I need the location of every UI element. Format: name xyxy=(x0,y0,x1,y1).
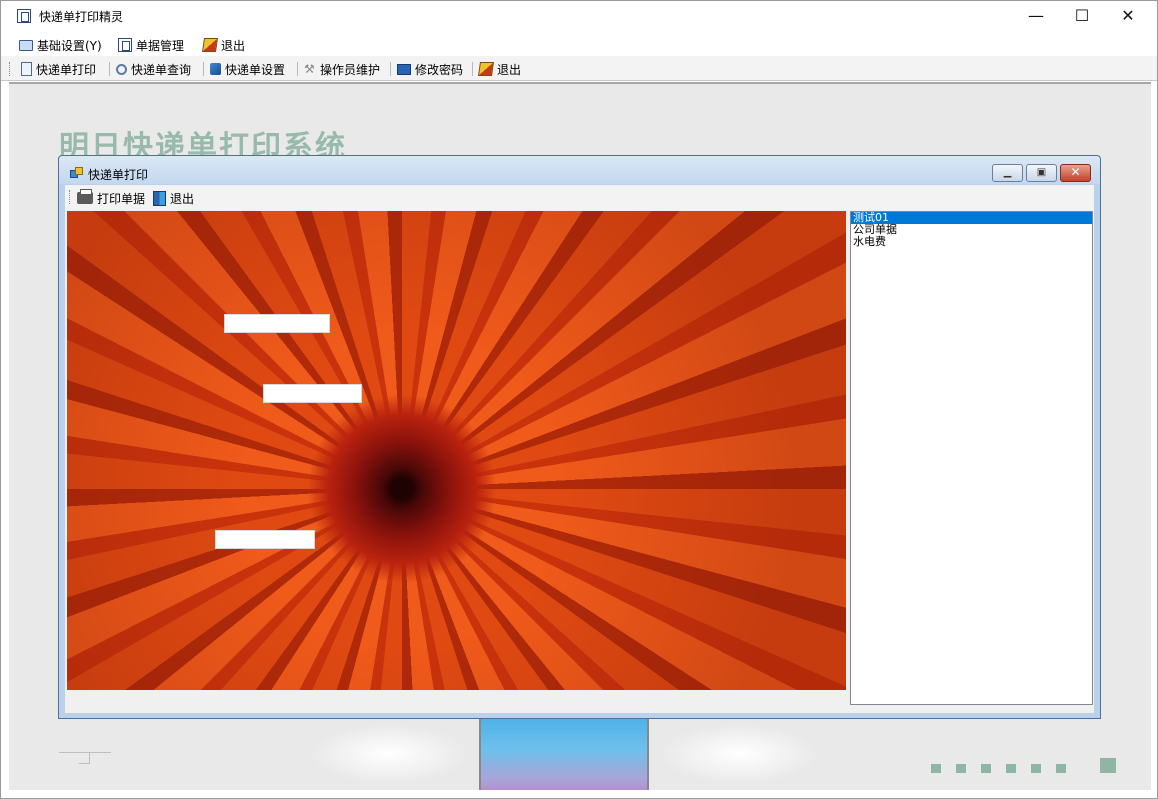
toolbar-separator xyxy=(203,62,204,76)
child-close-button[interactable]: ✕ xyxy=(1060,164,1091,182)
decor-dot xyxy=(931,764,941,773)
child-client-area: 打印单据 退出 测试01 公司单据 水电费 xyxy=(65,185,1094,713)
toolbar-separator xyxy=(472,62,473,76)
menu-document-management-label: 单据管理 xyxy=(136,38,185,53)
menu-exit-label: 退出 xyxy=(221,38,246,53)
toolbar-express-query-label: 快递单查询 xyxy=(131,62,192,77)
waybill-text-field[interactable] xyxy=(215,530,315,549)
child-toolbar: 打印单据 退出 xyxy=(65,185,1094,210)
waybill-text-field[interactable] xyxy=(224,314,330,333)
toolbar-express-query[interactable]: 快递单查询 xyxy=(116,60,191,78)
main-toolbar: 快递单打印 快递单查询 快递单设置 ⚒ 操作员维护 修改密码 退出 xyxy=(1,56,1157,81)
decor-dot xyxy=(1006,764,1016,773)
list-item[interactable]: 公司单据 xyxy=(851,224,1092,236)
background-glow xyxy=(309,724,469,784)
template-listbox[interactable]: 测试01 公司单据 水电费 xyxy=(850,211,1093,705)
decor-dot xyxy=(981,764,991,773)
toolbar-separator xyxy=(297,62,298,76)
decor-dot-large xyxy=(1100,758,1116,773)
toolbar-exit-label: 退出 xyxy=(497,62,522,77)
background-logo-mark xyxy=(59,752,111,766)
list-item[interactable]: 水电费 xyxy=(851,236,1092,248)
decor-dot xyxy=(1031,764,1041,773)
menu-exit[interactable]: 退出 xyxy=(202,36,246,54)
toolbar-express-print-label: 快递单打印 xyxy=(36,62,97,77)
menu-basic-settings-label: 基础设置(Y) xyxy=(37,38,102,53)
child-app-icon xyxy=(70,167,83,178)
window-title: 快递单打印精灵 xyxy=(39,10,124,24)
cube-settings-icon xyxy=(210,63,221,75)
document-frame-icon xyxy=(118,38,132,52)
child-minimize-button[interactable]: ▁ xyxy=(992,164,1023,182)
toolbar-grip xyxy=(69,190,72,204)
title-bar: 快递单打印精灵 — ☐ ✕ xyxy=(1,1,1157,32)
express-print-window: 快递单打印 ▁ ▣ ✕ 打印单据 退出 测试01 公司单据 水电费 xyxy=(58,155,1101,719)
exit-icon xyxy=(478,62,494,76)
print-doc-icon xyxy=(21,62,32,76)
child-title-bar: 快递单打印 ▁ ▣ ✕ xyxy=(59,156,1100,184)
print-document-label: 打印单据 xyxy=(97,191,146,206)
toolbar-express-settings-label: 快递单设置 xyxy=(225,62,286,77)
child-window-title: 快递单打印 xyxy=(88,168,149,182)
toolbar-grip xyxy=(9,62,12,76)
menu-bar: 基础设置(Y) 单据管理 退出 xyxy=(1,32,1157,56)
close-button[interactable]: ✕ xyxy=(1105,1,1151,32)
app-icon xyxy=(17,9,31,23)
toolbar-separator xyxy=(390,62,391,76)
toolbar-operator-maintenance[interactable]: ⚒ 操作员维护 xyxy=(304,60,380,78)
waybill-preview-image xyxy=(67,211,846,690)
toolbar-change-password[interactable]: 修改密码 xyxy=(397,60,463,78)
main-window: 快递单打印精灵 — ☐ ✕ 基础设置(Y) 单据管理 退出 快递单打印 快递单查… xyxy=(0,0,1158,799)
exit-icon xyxy=(202,38,218,52)
toolbar-exit[interactable]: 退出 xyxy=(478,60,522,78)
child-exit-label: 退出 xyxy=(170,191,195,206)
background-monitor-graphic xyxy=(479,714,649,790)
child-exit-button[interactable]: 退出 xyxy=(153,189,194,207)
toolbar-express-settings[interactable]: 快递单设置 xyxy=(210,60,285,78)
decor-dot xyxy=(956,764,966,773)
waybill-text-field[interactable] xyxy=(263,384,362,403)
minimize-button[interactable]: — xyxy=(1013,1,1059,32)
child-restore-button[interactable]: ▣ xyxy=(1026,164,1057,182)
tools-icon: ⚒ xyxy=(304,62,315,76)
print-document-button[interactable]: 打印单据 xyxy=(77,189,145,207)
decor-dot xyxy=(1056,764,1066,773)
menu-basic-settings[interactable]: 基础设置(Y) xyxy=(19,36,102,54)
toolbar-change-password-label: 修改密码 xyxy=(415,62,464,77)
exit-door-icon xyxy=(153,190,166,206)
password-icon xyxy=(397,63,411,75)
toolbar-express-print[interactable]: 快递单打印 xyxy=(21,60,96,78)
printer-icon xyxy=(77,189,93,204)
background-glow xyxy=(659,724,819,784)
toolbar-separator xyxy=(109,62,110,76)
maximize-button[interactable]: ☐ xyxy=(1059,1,1105,32)
toolbar-operator-maintenance-label: 操作员维护 xyxy=(320,62,381,77)
monitor-icon xyxy=(19,39,33,51)
search-icon xyxy=(116,63,127,75)
menu-document-management[interactable]: 单据管理 xyxy=(118,36,184,54)
